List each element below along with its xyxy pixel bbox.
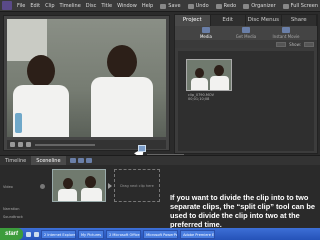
organizer-icon [243, 3, 250, 9]
show-label: Show: [289, 41, 301, 47]
scene-placeholder[interactable]: Drag next clip here [114, 169, 160, 202]
monitor-panel [3, 15, 170, 151]
menu-timeline[interactable]: Timeline [60, 3, 81, 9]
menu-edit[interactable]: Edit [30, 3, 40, 9]
subtab-media[interactable]: Media [186, 26, 226, 40]
subtab-get-media-label: Get Media [235, 34, 257, 39]
organizer-label: Organizer [251, 3, 276, 9]
menu-clip[interactable]: Clip [45, 3, 54, 9]
save-icon [160, 3, 167, 9]
tutorial-caption: If you want to divide the clip into to t… [170, 193, 315, 229]
music-tool-icon[interactable] [77, 158, 84, 163]
forward-icon[interactable] [26, 142, 31, 147]
transition-arrow-icon[interactable] [108, 183, 112, 189]
scene-shirt-right [81, 188, 102, 201]
scene-person-right [85, 176, 96, 188]
fullscreen-label: Full Screen [290, 3, 318, 9]
subtab-instant-movie[interactable]: Instant Movie [266, 26, 306, 40]
tab-timeline[interactable]: Timeline [0, 156, 31, 166]
scrubber[interactable] [35, 143, 95, 146]
timeline-header: Timeline Sceneline [0, 155, 320, 166]
subtab-media-label: Media [199, 34, 212, 39]
track-video-label: Video [3, 185, 13, 189]
redo-icon [215, 3, 222, 9]
tab-disc-menus[interactable]: Disc Menus [246, 15, 282, 26]
undo-button[interactable]: Undo [187, 3, 209, 9]
undo-label: Undo [195, 3, 209, 9]
person-left-head [27, 55, 55, 87]
video-preview[interactable] [7, 19, 166, 137]
taskbar-item-powerpoint[interactable]: Microsoft PowerPoint [143, 229, 179, 239]
menu-title[interactable]: Title [101, 3, 112, 9]
tab-edit[interactable]: Edit [211, 15, 246, 26]
rewind-icon[interactable] [10, 142, 15, 147]
toolbar: Save Undo Redo Organizer Full Screen [153, 0, 318, 12]
text-tool-icon[interactable] [69, 158, 76, 163]
taskbar-item-office[interactable]: 2 Microsoft Office... [106, 229, 142, 239]
scene-person-left [63, 178, 73, 189]
menu-disc[interactable]: Disc [86, 3, 97, 9]
scene-shirt-left [58, 189, 77, 201]
clip-thumbnail[interactable] [186, 59, 232, 91]
menu-bar: File Edit Clip Timeline Disc Title Windo… [0, 0, 320, 12]
track-narration-label: Narration [3, 207, 20, 211]
quick-launch-desktop-icon[interactable] [34, 231, 40, 237]
app-logo-icon [2, 1, 12, 10]
fullscreen-button[interactable]: Full Screen [282, 3, 318, 9]
windows-taskbar: start 2 Internet Explorer My Pictures 2 … [0, 228, 320, 240]
menu-help[interactable]: Help [142, 3, 153, 9]
undo-icon [187, 3, 194, 9]
panel-subtabs: Media Get Media Instant Movie [175, 26, 317, 40]
subtab-instant-movie-label: Instant Movie [272, 34, 300, 39]
start-button[interactable]: start [0, 228, 24, 240]
track-soundtrack-label: Soundtrack [3, 215, 23, 219]
get-media-icon [242, 27, 250, 33]
quick-launch-ie-icon[interactable] [26, 231, 32, 237]
play-icon[interactable] [18, 142, 23, 147]
clip-info: clip_0790.MOV 00;01;10;08 [188, 93, 214, 101]
menu-file[interactable]: File [17, 3, 25, 9]
save-button[interactable]: Save [160, 3, 181, 9]
tab-project[interactable]: Project [175, 15, 211, 26]
panel-tabs: Project Edit Disc Menus Share [175, 15, 317, 26]
project-panel: Project Edit Disc Menus Share Media Get … [174, 14, 318, 154]
thumb-person-left [195, 68, 204, 78]
tab-sceneline[interactable]: Sceneline [31, 155, 66, 166]
timeline-tools [69, 158, 94, 163]
video-bottle [15, 113, 22, 133]
organizer-button[interactable]: Organizer [243, 3, 276, 9]
tab-share[interactable]: Share [282, 15, 317, 26]
scene-clip[interactable] [52, 169, 106, 202]
show-dropdown[interactable] [304, 41, 314, 47]
video-track-toggle-icon[interactable] [40, 184, 45, 189]
redo-label: Redo [223, 3, 237, 9]
person-right-shirt [91, 77, 153, 137]
fullscreen-icon [282, 3, 289, 9]
redo-button[interactable]: Redo [215, 3, 237, 9]
subtab-get-media[interactable]: Get Media [226, 26, 266, 40]
taskbar-item-premiere[interactable]: Adobe Premiere Ele... [180, 229, 216, 239]
thumb-shirt-left [191, 78, 208, 90]
taskbar-item-ie[interactable]: 2 Internet Explorer [41, 229, 77, 239]
thumb-shirt-right [210, 76, 229, 90]
menu-window[interactable]: Window [117, 3, 137, 9]
filter-bar: Show: [175, 40, 317, 48]
media-list: clip_0790.MOV 00;01;10;08 [178, 51, 314, 151]
sort-dropdown[interactable] [276, 41, 287, 47]
taskbar-item-pictures[interactable]: My Pictures [78, 229, 105, 239]
thumb-person-right [214, 65, 224, 76]
person-right-head [107, 45, 137, 79]
media-icon [202, 27, 210, 33]
split-clip-button[interactable] [138, 145, 146, 152]
save-label: Save [168, 3, 181, 9]
clip-duration: 00;01;10;08 [188, 97, 210, 101]
record-tool-icon[interactable] [85, 158, 92, 163]
instant-movie-icon [282, 27, 290, 33]
